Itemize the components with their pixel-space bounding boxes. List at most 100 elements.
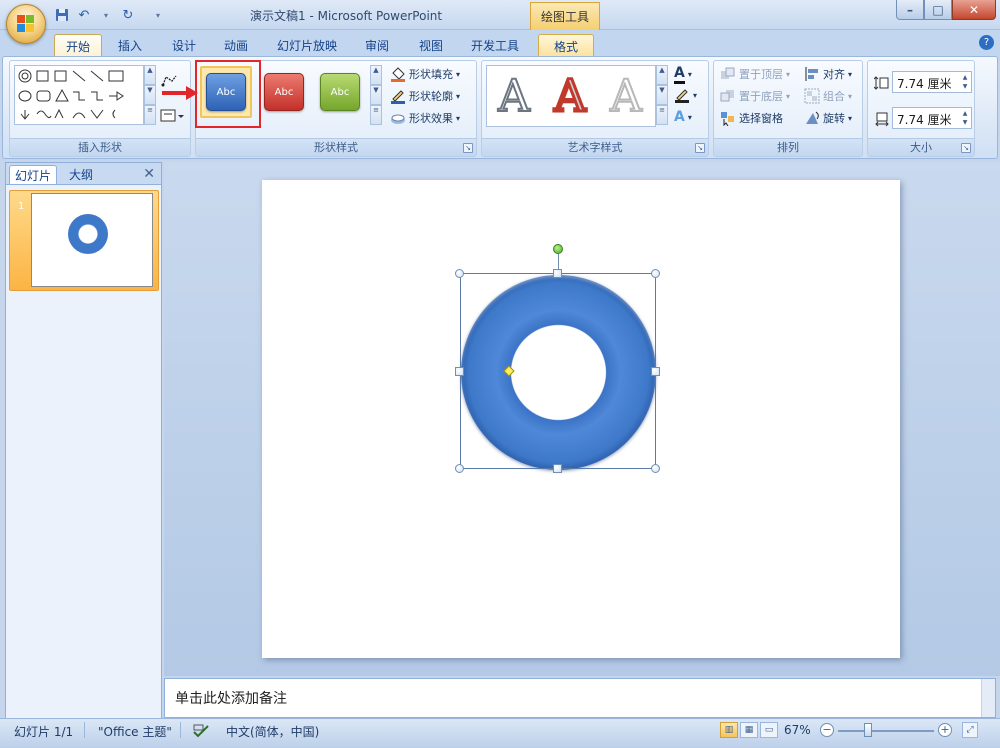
tab-view[interactable]: 视图 <box>408 34 454 56</box>
drawing-tools-label: 绘图工具 <box>530 2 600 30</box>
resize-handle-top[interactable] <box>553 269 562 278</box>
save-icon[interactable] <box>54 7 70 23</box>
wordart-light[interactable]: A <box>602 72 650 122</box>
text-effects-button[interactable]: A ▾ <box>674 109 692 125</box>
zoom-in-button[interactable]: + <box>938 723 952 737</box>
resize-handle-bottom-right[interactable] <box>651 464 660 473</box>
shape-height-icon <box>874 76 889 90</box>
office-button[interactable] <box>6 4 46 44</box>
shape-width-input[interactable]: 7.74 厘米 ▲ ▼ <box>892 107 972 129</box>
text-fill-button[interactable]: A ▾ <box>674 65 692 84</box>
wordart-red[interactable]: A <box>546 71 594 122</box>
align-label: 对齐 <box>823 68 845 81</box>
zoom-slider-track[interactable] <box>838 730 934 732</box>
rotation-handle[interactable] <box>553 244 563 254</box>
tab-animations[interactable]: 动画 <box>214 34 258 56</box>
resize-handle-bottom-left[interactable] <box>455 464 464 473</box>
quick-access-toolbar: ↶ ▾ ↻ ▾ <box>54 6 166 24</box>
styles-more[interactable]: ≡ <box>370 105 382 125</box>
tab-home[interactable]: 开始 <box>54 34 102 56</box>
wordart-scroll-up[interactable]: ▲ <box>656 65 668 85</box>
wordart-launcher[interactable]: ↘ <box>695 143 705 153</box>
slide-sorter-button[interactable]: ▦ <box>740 722 758 738</box>
maximize-button[interactable]: □ <box>924 0 952 20</box>
text-effects-icon: A <box>674 109 685 125</box>
shapes-scroll-up[interactable]: ▲ <box>144 65 156 85</box>
status-divider <box>84 722 85 738</box>
shape-styles-launcher[interactable]: ↘ <box>463 143 473 153</box>
close-button[interactable]: ✕ <box>952 0 996 20</box>
shape-height-input[interactable]: 7.74 厘米 ▲ ▼ <box>892 71 972 93</box>
group-icon <box>804 88 820 104</box>
tab-format[interactable]: 格式 <box>538 34 594 56</box>
zoom-out-button[interactable]: − <box>820 723 834 737</box>
shapes-scroll-down[interactable]: ▼ <box>144 85 156 105</box>
tab-outline[interactable]: 大纲 <box>64 165 98 184</box>
size-launcher[interactable]: ↘ <box>961 143 971 153</box>
tab-design[interactable]: 设计 <box>162 34 206 56</box>
wordart-scroll-down[interactable]: ▼ <box>656 85 668 105</box>
help-icon[interactable]: ? <box>979 35 994 50</box>
shapes-more[interactable]: ≡ <box>144 105 156 125</box>
resize-handle-right[interactable] <box>651 367 660 376</box>
resize-handle-bottom[interactable] <box>553 464 562 473</box>
wordart-outline[interactable]: A <box>490 72 538 122</box>
styles-scroll-up[interactable]: ▲ <box>370 65 382 85</box>
notes-pane[interactable]: 单击此处添加备注 <box>164 678 996 718</box>
paint-bucket-icon <box>391 67 405 82</box>
wordart-more[interactable]: ≡ <box>656 105 668 125</box>
normal-view-button[interactable]: ▥ <box>720 722 738 738</box>
styles-scroll-down[interactable]: ▼ <box>370 85 382 105</box>
group-wordart-styles: A A A ▲ ▼ ≡ A ▾ ▾ A ▾ 艺术字样式 ↘ <box>481 60 709 157</box>
slideshow-view-button[interactable]: ▭ <box>760 722 778 738</box>
close-pane-icon[interactable]: ✕ <box>143 166 155 182</box>
zoom-level[interactable]: 67% <box>784 723 811 737</box>
tab-insert[interactable]: 插入 <box>108 34 152 56</box>
slide-counter: 幻灯片 1/1 <box>14 725 74 739</box>
pencil-outline-icon <box>391 90 405 104</box>
shape-width-icon <box>875 112 889 127</box>
notes-placeholder: 单击此处添加备注 <box>175 691 287 707</box>
tab-review[interactable]: 审阅 <box>354 34 400 56</box>
shapes-gallery[interactable] <box>14 65 144 125</box>
align-button[interactable]: 对齐 ▾ <box>804 66 852 82</box>
fit-to-window-button[interactable]: ⤢ <box>962 722 978 738</box>
height-spinner[interactable]: ▲ ▼ <box>960 73 970 91</box>
undo-dropdown-icon[interactable]: ▾ <box>98 7 114 23</box>
slide-thumbnail-1[interactable] <box>31 193 153 287</box>
theme-name[interactable]: "Office 主题" <box>98 723 172 740</box>
resize-handle-left[interactable] <box>455 367 464 376</box>
zoom-slider-thumb[interactable] <box>864 723 872 737</box>
insert-shapes-label: 插入形状 <box>10 138 190 156</box>
tab-developer[interactable]: 开发工具 <box>462 34 528 56</box>
group-insert-shapes: ▲ ▼ ≡ 插入形状 <box>9 60 191 157</box>
customize-qat-icon[interactable]: ▾ <box>150 7 166 23</box>
selection-pane-button[interactable]: 选择窗格 <box>720 110 783 126</box>
notes-scrollbar[interactable] <box>981 679 995 717</box>
send-to-back-label: 置于底层 <box>739 90 783 103</box>
shape-effects-button[interactable]: 形状效果 ▾ <box>390 110 460 126</box>
shape-style-red[interactable]: Abc <box>264 73 304 111</box>
undo-icon[interactable]: ↶ <box>76 7 92 23</box>
resize-handle-top-right[interactable] <box>651 269 660 278</box>
language-indicator[interactable]: 中文(简体，中国) <box>226 723 319 740</box>
shape-fill-button[interactable]: 形状填充 ▾ <box>390 66 460 82</box>
tab-slides[interactable]: 幻灯片 <box>9 165 58 184</box>
width-spinner[interactable]: ▲ ▼ <box>960 109 970 127</box>
ribbon-tabs: 开始 插入 设计 动画 幻灯片放映 审阅 视图 开发工具 格式 ? <box>0 30 1000 56</box>
text-outline-button[interactable]: ▾ <box>674 87 697 103</box>
rotate-button[interactable]: 旋转 ▾ <box>804 110 852 126</box>
resize-handle-top-left[interactable] <box>455 269 464 278</box>
tab-slideshow[interactable]: 幻灯片放映 <box>268 34 346 56</box>
spell-check-icon[interactable] <box>192 723 210 739</box>
group-button[interactable]: 组合 ▾ <box>804 88 852 104</box>
text-box-button[interactable] <box>160 109 184 123</box>
send-to-back-button[interactable]: 置于底层 ▾ <box>720 88 790 104</box>
shape-outline-button[interactable]: 形状轮廓 ▾ <box>390 88 460 104</box>
ribbon-panel: ▲ ▼ ≡ 插入形状 Abc Abc Abc ▲ ▼ ≡ 形状填充 ▾ 形状轮廓 ▾… <box>2 56 998 159</box>
shape-fill-label: 形状填充 <box>409 68 453 81</box>
redo-icon[interactable]: ↻ <box>120 7 136 23</box>
minimize-button[interactable]: – <box>896 0 924 20</box>
shape-style-green[interactable]: Abc <box>320 73 360 111</box>
bring-to-front-button[interactable]: 置于顶层 ▾ <box>720 66 790 82</box>
